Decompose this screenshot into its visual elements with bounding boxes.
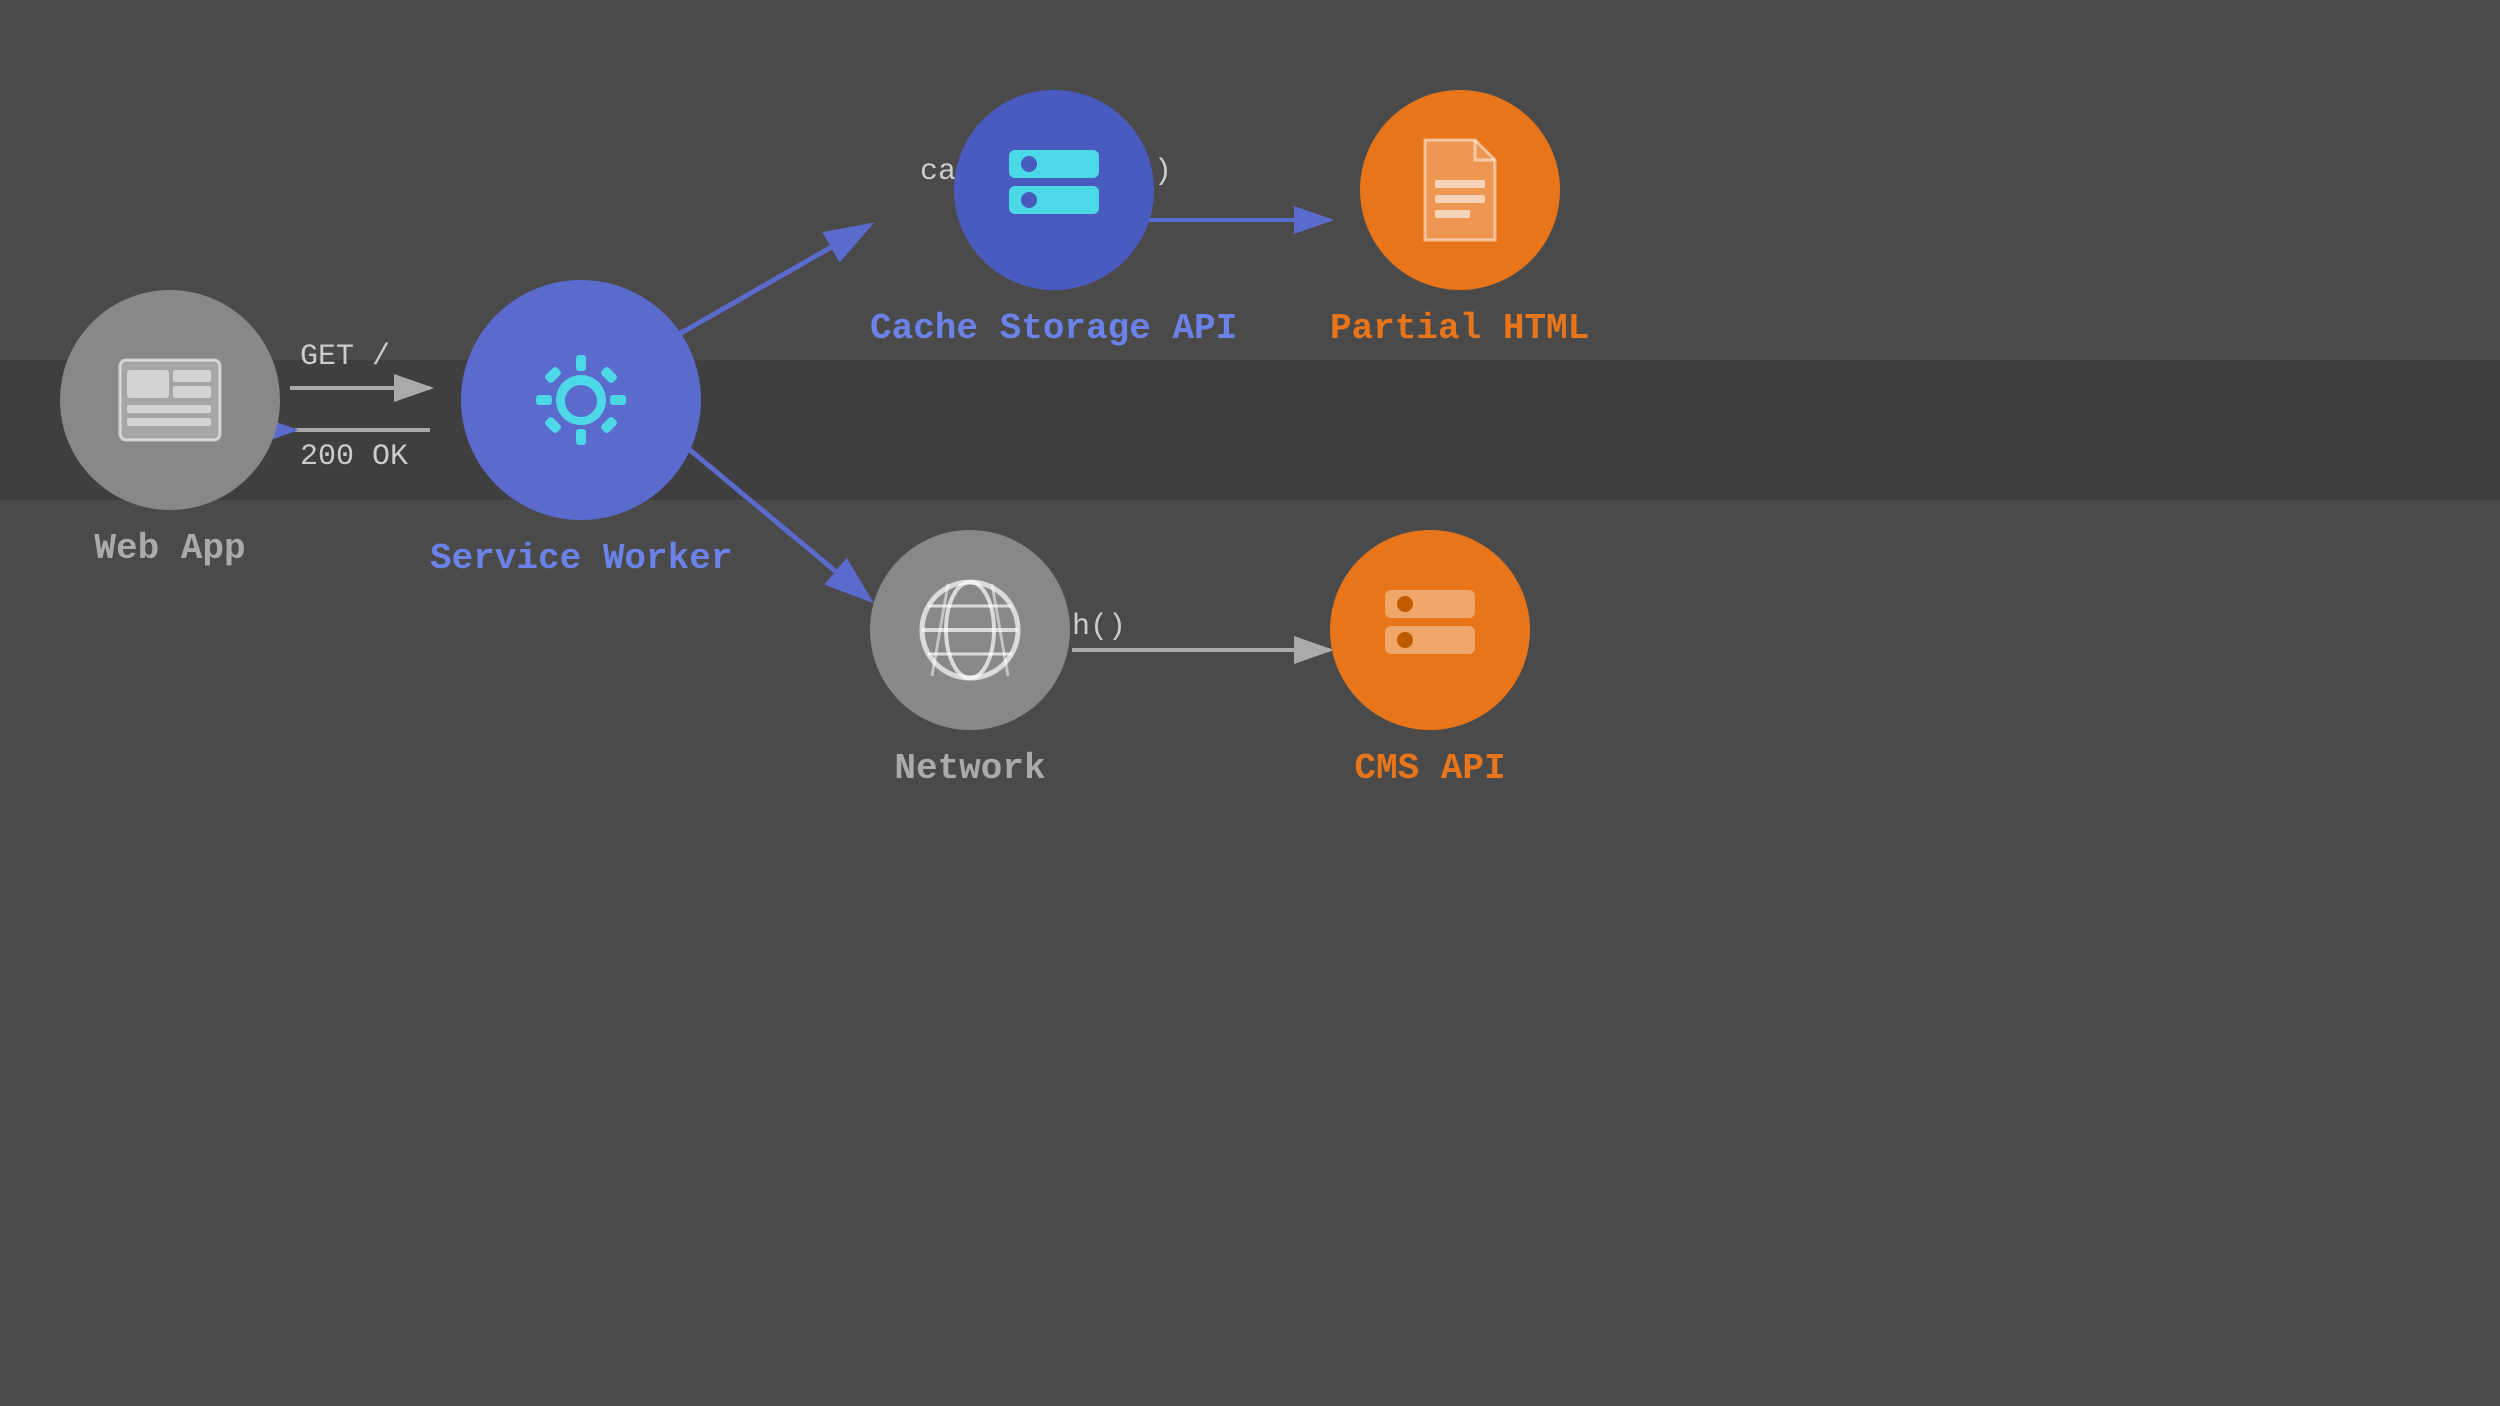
node-service-worker: Service Worker [430,280,732,579]
node-web-app: Web App [60,290,280,569]
arrows-svg [0,0,2500,1406]
node-cache-storage: Cache Storage API [870,90,1237,349]
diagram-container: GET / 200 OK caches.match() fetch() Web … [0,0,2500,1406]
service-worker-circle [461,280,701,520]
cms-api-label: CMS API [1354,748,1505,789]
node-partial-html: Partial HTML [1330,90,1589,349]
partial-html-circle [1360,90,1560,290]
web-app-icon [115,355,225,445]
get-label: GET / [300,340,390,374]
cms-api-circle [1330,530,1530,730]
service-worker-label: Service Worker [430,538,732,579]
network-label: Network [894,748,1045,789]
document-icon [1415,135,1505,245]
cms-icon [1375,580,1485,680]
node-network: Network [870,530,1070,789]
web-app-circle [60,290,280,510]
gear-icon [516,335,646,465]
web-app-label: Web App [94,528,245,569]
ok-label: 200 OK [300,440,408,474]
node-cms-api: CMS API [1330,530,1530,789]
partial-html-label: Partial HTML [1330,308,1589,349]
network-circle [870,530,1070,730]
cache-storage-label: Cache Storage API [870,308,1237,349]
database-icon [999,140,1109,240]
cache-storage-circle [954,90,1154,290]
network-icon [910,570,1030,690]
